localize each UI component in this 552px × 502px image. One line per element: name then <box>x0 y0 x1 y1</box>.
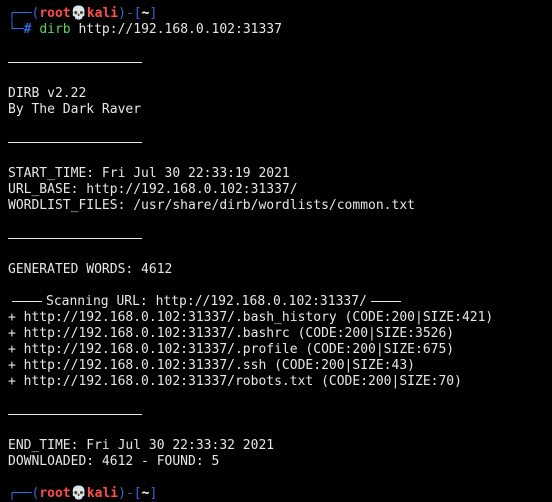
separator-rule-2 <box>8 134 142 150</box>
generated-words: GENERATED WORDS: 4612 <box>8 262 173 277</box>
result-line: + http://192.168.0.102:31337/.ssh (CODE:… <box>8 358 415 373</box>
command-name: dirb <box>39 22 71 37</box>
terminal-window[interactable]: ┌──(root💀kali)-[~] └─# dirb http://192.1… <box>0 0 552 501</box>
separator-rule-3 <box>8 230 142 246</box>
result-line: + http://192.168.0.102:31337/.bashrc (CO… <box>8 326 455 341</box>
prompt-frame-end: ] <box>149 6 158 21</box>
dash-left <box>12 301 42 302</box>
dash-right <box>370 301 401 302</box>
downloaded-summary: DOWNLOADED: 4612 - FOUND: 5 <box>8 454 220 469</box>
result-line: + http://192.168.0.102:31337/robots.txt … <box>8 374 462 389</box>
scanning-url-line: Scanning URL: http://192.168.0.102:31337… <box>8 294 552 310</box>
skull-icon: 💀 <box>70 486 87 501</box>
prompt-user: root <box>39 6 71 21</box>
prompt-frame-mid: )-[ <box>118 486 142 501</box>
skull-icon: 💀 <box>70 6 87 21</box>
prompt-frame-bottom: └─ <box>8 22 24 37</box>
prompt-frame-top: ┌──( <box>8 6 40 21</box>
result-line: + http://192.168.0.102:31337/.bash_histo… <box>8 310 494 325</box>
result-line: + http://192.168.0.102:31337/.profile (C… <box>8 342 455 357</box>
banner-author: By The Dark Raver <box>8 102 142 117</box>
separator-rule-1 <box>8 54 142 70</box>
wordlist-files: WORDLIST_FILES: /usr/share/dirb/wordlist… <box>8 198 415 213</box>
prompt-cwd: ~ <box>141 486 150 501</box>
banner-version: DIRB v2.22 <box>8 86 87 101</box>
scanning-url: Scanning URL: http://192.168.0.102:31337… <box>46 294 367 309</box>
start-time: START_TIME: Fri Jul 30 22:33:19 2021 <box>8 166 290 181</box>
command-args: http://192.168.0.102:31337 <box>78 22 282 37</box>
end-time: END_TIME: Fri Jul 30 22:33:32 2021 <box>8 438 275 453</box>
prompt-host: kali <box>86 486 119 501</box>
prompt-frame-end: ] <box>149 486 158 501</box>
prompt-line-top-2: ┌──(root💀kali)-[~] <box>8 486 552 502</box>
prompt-host: kali <box>86 6 119 21</box>
prompt-frame-top: ┌──( <box>8 486 40 501</box>
url-base: URL_BASE: http://192.168.0.102:31337/ <box>8 182 298 197</box>
command-line: └─# dirb http://192.168.0.102:31337 <box>8 22 552 38</box>
separator-rule-4 <box>8 406 142 422</box>
prompt-line-top: ┌──(root💀kali)-[~] <box>8 6 552 22</box>
prompt-symbol: # <box>23 22 32 37</box>
prompt-user: root <box>39 486 71 501</box>
prompt-frame-mid: )-[ <box>118 6 142 21</box>
